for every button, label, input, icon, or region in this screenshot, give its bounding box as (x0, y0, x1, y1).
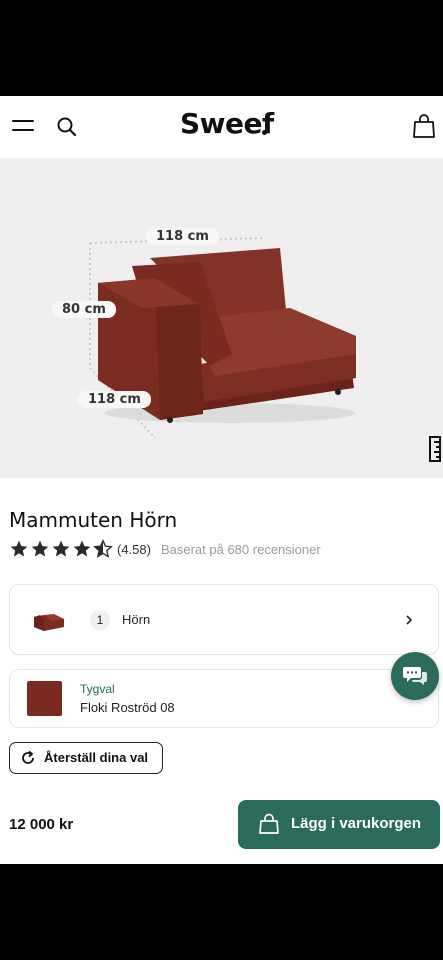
bottom-letterbox (0, 864, 443, 960)
module-quantity-badge: 1 (90, 610, 110, 630)
star-half-icon (93, 539, 113, 558)
chevron-right-icon (406, 615, 413, 625)
depth-dimension-label: 118 cm (78, 391, 151, 408)
star-full-icon (52, 540, 70, 557)
reset-selections-button[interactable]: Återställ dina val (9, 742, 163, 774)
review-count[interactable]: Baserat på 680 recensioner (161, 542, 321, 557)
sofa-illustration (89, 237, 356, 439)
star-full-icon (10, 540, 28, 557)
rating-value: (4.58) (117, 541, 151, 557)
fabric-caption: Tygval (80, 682, 115, 696)
product-price: 12 000 kr (9, 816, 74, 833)
add-to-cart-button[interactable]: Lägg i varukorgen (238, 800, 440, 849)
rating-stars (9, 539, 113, 559)
reset-label: Återställ dina val (44, 750, 149, 765)
corner-module-thumbnail (34, 614, 64, 631)
shopping-bag-icon[interactable] (412, 113, 436, 139)
site-logo[interactable]: Sweef (180, 107, 274, 140)
logo-dot (262, 130, 267, 135)
product-rating[interactable]: (4.58) Baserat på 680 recensioner (9, 539, 321, 559)
product-title: Mammuten Hörn (9, 508, 178, 532)
reset-icon (22, 750, 34, 764)
hamburger-menu-icon[interactable] (12, 118, 36, 136)
module-label: Hörn (122, 612, 151, 627)
ruler-icon[interactable] (428, 436, 442, 462)
add-to-cart-label: Lägg i varukorgen (291, 815, 422, 832)
module-option-card[interactable]: 1 Hörn (9, 584, 439, 655)
product-page: Sweef 118 cm 80 cm 118 cm Mammuten Hörn … (0, 96, 443, 864)
fabric-swatch (27, 681, 62, 716)
height-dimension-label: 80 cm (52, 301, 116, 318)
star-full-icon (31, 540, 49, 557)
width-dimension-label: 118 cm (146, 228, 219, 245)
search-icon[interactable] (56, 116, 78, 138)
chat-button[interactable] (391, 652, 439, 700)
shopping-bag-icon (259, 813, 279, 834)
top-letterbox (0, 0, 443, 96)
chat-icon (403, 667, 427, 685)
fabric-option-card[interactable]: Tygval Floki Roströd 08 (9, 669, 439, 728)
star-full-icon (73, 540, 91, 557)
product-image[interactable]: 118 cm 80 cm 118 cm (0, 158, 443, 478)
site-header: Sweef (0, 96, 443, 158)
fabric-name: Floki Roströd 08 (80, 700, 175, 715)
